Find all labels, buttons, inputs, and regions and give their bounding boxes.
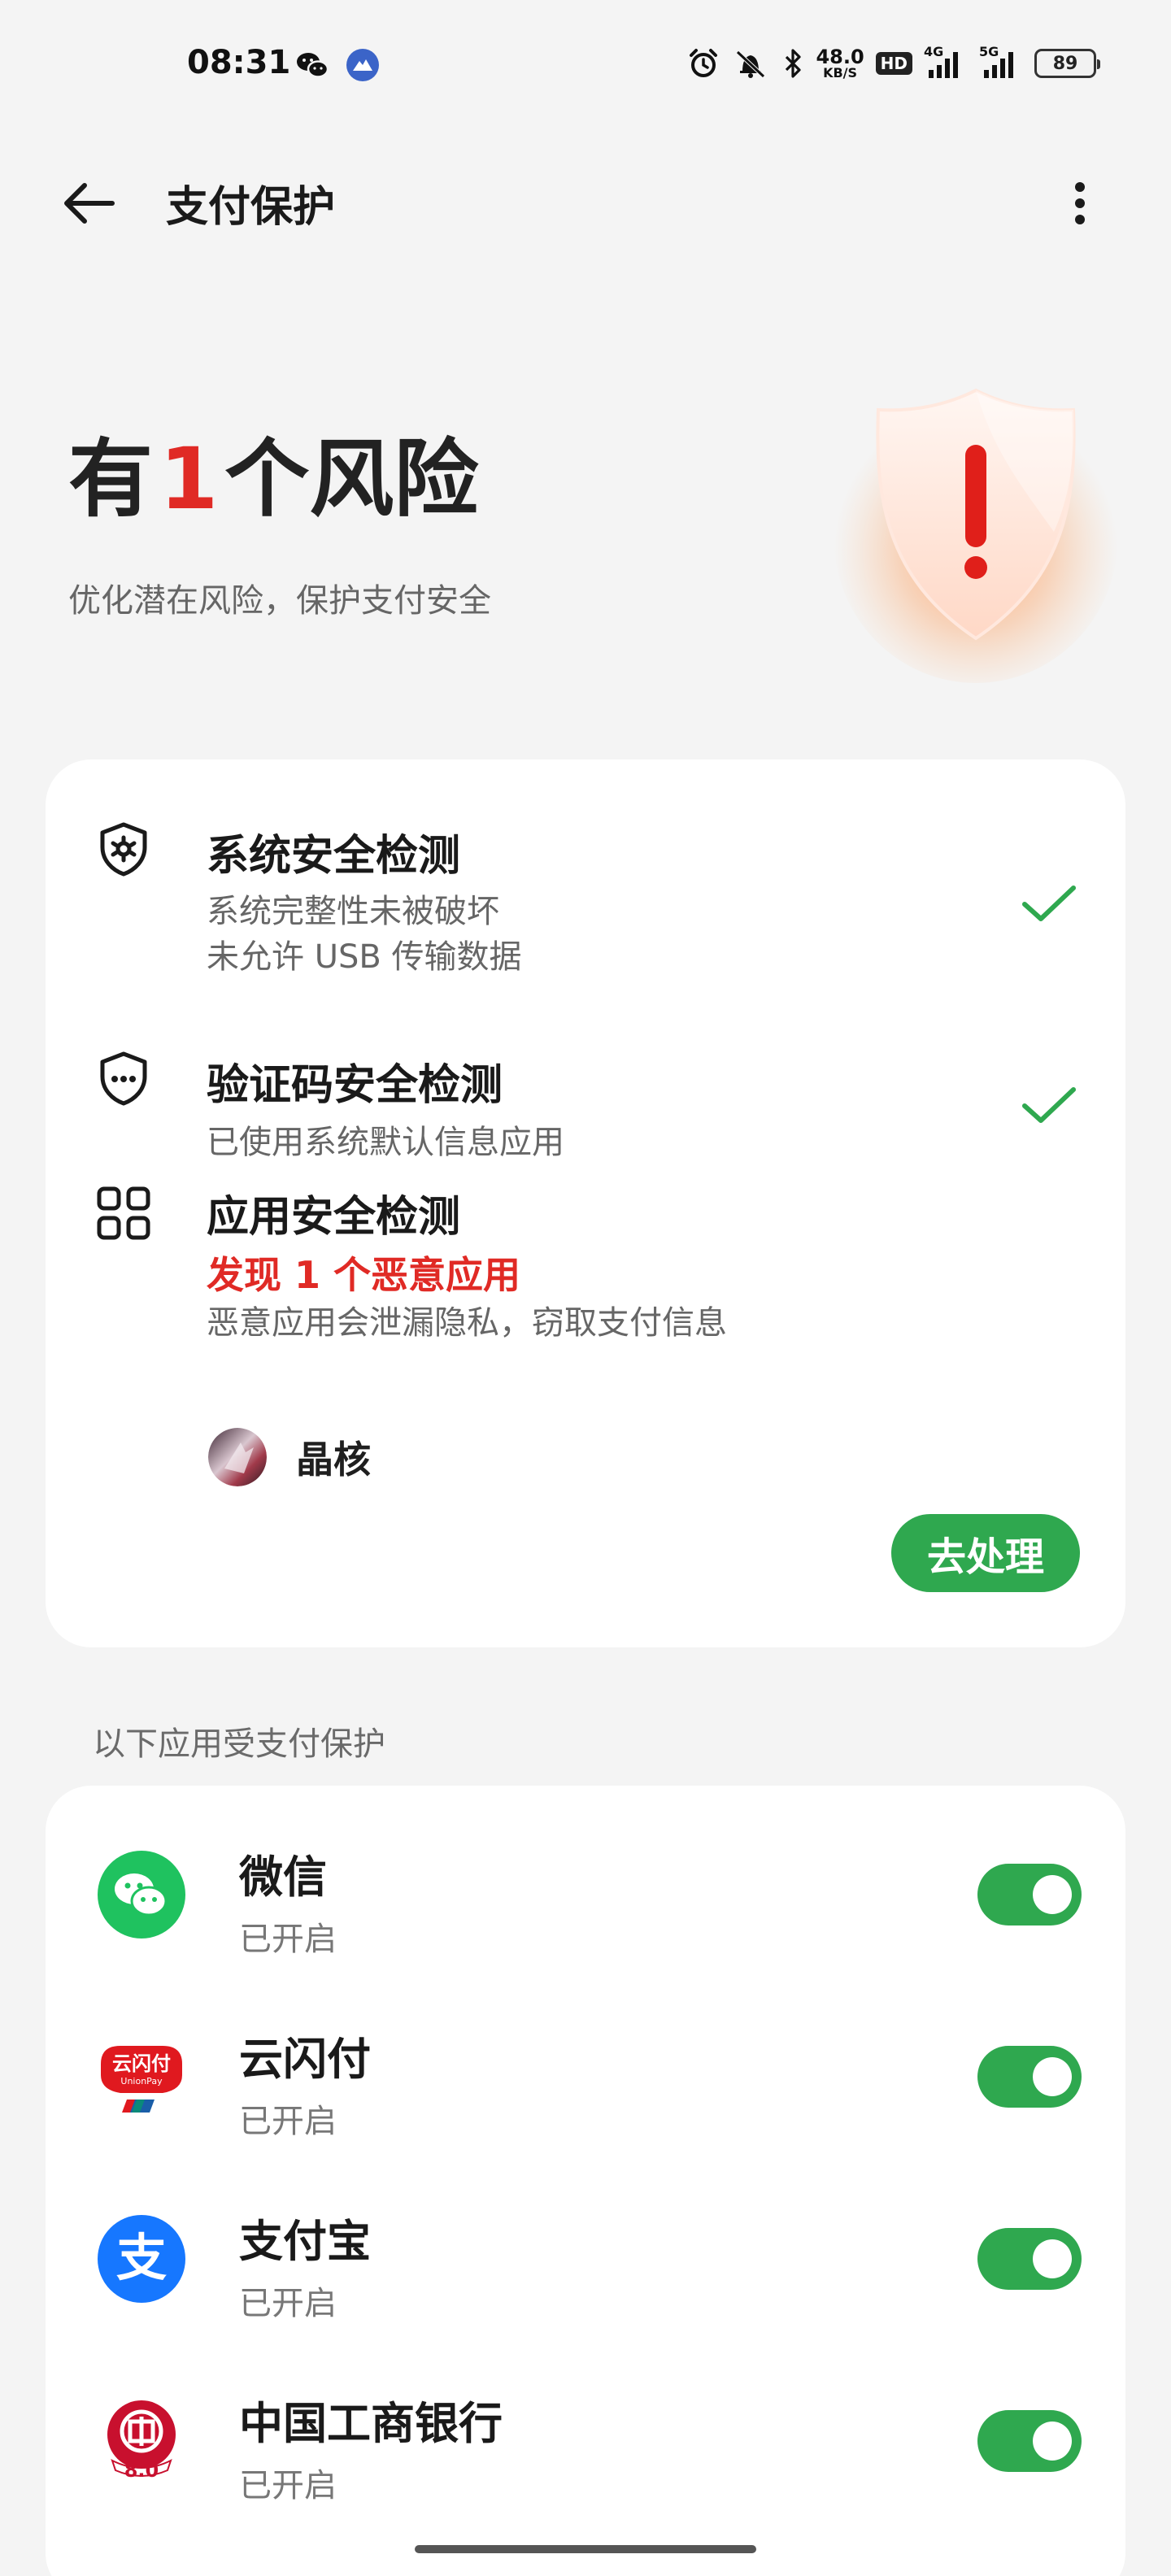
- unionpay-icon-text: 云闪付: [112, 2052, 171, 2075]
- malicious-app-name: 晶核: [296, 1438, 371, 1482]
- toggle-knob: [1033, 2422, 1072, 2461]
- app-status: 已开启: [239, 2103, 337, 2140]
- handle-risk-button[interactable]: 去处理: [891, 1514, 1080, 1592]
- sms-check-title: 验证码安全检测: [207, 1061, 503, 1110]
- message-shield-icon: [94, 1049, 153, 1107]
- battery-indicator: 89: [1034, 49, 1100, 78]
- signal-icon: 5G: [979, 46, 1023, 81]
- protected-apps-section-label: 以下应用受支付保护: [93, 1725, 385, 1763]
- app-status: 已开启: [239, 1921, 337, 1958]
- system-check-desc-2: 未允许 USB 传输数据: [207, 938, 522, 976]
- app-check-title: 应用安全检测: [207, 1193, 461, 1242]
- wechat-protection-toggle[interactable]: [977, 1864, 1082, 1925]
- wechat-icon: [294, 47, 330, 83]
- wechat-app-icon: [98, 1851, 185, 1939]
- app-name: 微信: [239, 1852, 327, 1903]
- network-speed-unit: KB/S: [823, 65, 858, 80]
- malicious-app-item: 晶核: [208, 1423, 371, 1491]
- app-name: 中国工商银行: [239, 2398, 503, 2449]
- alarm-icon: [687, 47, 720, 80]
- apps-grid-icon: [94, 1184, 153, 1242]
- hd-badge: HD: [875, 52, 912, 75]
- risk-summary-title: 有1个风险: [68, 429, 479, 529]
- app-name: 支付宝: [239, 2216, 371, 2267]
- system-check-title: 系统安全检测: [207, 832, 461, 881]
- icbc-icon-text: 8.0: [124, 2459, 159, 2482]
- network-speed: 48.0 KB/S: [816, 47, 864, 80]
- check-mark-icon: [1018, 880, 1080, 929]
- toggle-knob: [1033, 1875, 1072, 1914]
- unionpay-icon-subtext: UnionPay: [120, 2076, 163, 2086]
- home-indicator[interactable]: [415, 2545, 756, 2553]
- mute-icon: [731, 47, 770, 80]
- alipay-protection-toggle[interactable]: [977, 2228, 1082, 2290]
- check-mark-icon: [1018, 1081, 1080, 1130]
- more-options-button[interactable]: [1054, 171, 1106, 236]
- toggle-knob: [1033, 2057, 1072, 2096]
- protected-app-row: 微信 已开启: [46, 1786, 1125, 1968]
- risk-summary-subtitle: 优化潜在风险，保护支付安全: [68, 582, 491, 620]
- status-time: 08:31: [187, 44, 291, 81]
- page-title: 支付保护: [166, 183, 336, 232]
- arrow-left-icon: [64, 183, 115, 224]
- protected-app-row: 支 支付宝 已开启: [46, 2150, 1125, 2332]
- network-speed-value: 48.0: [816, 46, 864, 68]
- unionpay-app-icon: 云闪付 UnionPay: [98, 2033, 185, 2121]
- sms-security-check: 验证码安全检测 已使用系统默认信息应用: [46, 987, 1125, 1161]
- icbc-protection-toggle[interactable]: [977, 2410, 1082, 2472]
- icbc-app-icon: 8.0: [98, 2397, 185, 2485]
- risk-title-prefix: 有: [68, 429, 154, 529]
- back-button[interactable]: [57, 171, 122, 236]
- system-check-desc-1: 系统完整性未被破坏: [207, 893, 499, 930]
- warning-shield-icon: [829, 358, 1122, 683]
- protected-app-row: 8.0 中国工商银行 已开启: [46, 2332, 1125, 2514]
- risk-count: 1: [159, 429, 219, 529]
- alipay-app-icon: 支: [98, 2215, 185, 2303]
- status-bar: 08:31 48.0 KB/S HD 4G 5G 89: [0, 0, 1171, 130]
- more-vertical-icon: [1075, 182, 1085, 224]
- gear-shield-icon: [94, 820, 153, 878]
- app-avatar-icon: [208, 1428, 267, 1486]
- app-notification-icon: [345, 47, 381, 83]
- protected-app-row: 云闪付 UnionPay 云闪付 已开启: [46, 1968, 1125, 2150]
- status-icons: 48.0 KB/S HD 4G 5G 89: [687, 42, 1100, 85]
- bluetooth-icon: [781, 47, 804, 80]
- app-status: 已开启: [239, 2285, 337, 2322]
- risk-title-suffix: 个风险: [224, 429, 479, 529]
- system-security-check: 系统安全检测 系统完整性未被破坏 未允许 USB 传输数据: [46, 759, 1125, 987]
- malicious-app-warning: 发现 1 个恶意应用: [207, 1253, 521, 1297]
- unionpay-protection-toggle[interactable]: [977, 2046, 1082, 2108]
- app-name: 云闪付: [239, 2034, 371, 2085]
- toggle-knob: [1033, 2239, 1072, 2278]
- alipay-icon-text: 支: [115, 2228, 167, 2287]
- protected-apps-card: 微信 已开启 云闪付 UnionPay 云闪付 已开启 支 支付宝 已开启 8.…: [46, 1786, 1125, 2576]
- signal-icon: 4G: [924, 46, 968, 81]
- security-check-card: 系统安全检测 系统完整性未被破坏 未允许 USB 传输数据 验证码安全检测 已使…: [46, 759, 1125, 1647]
- app-status: 已开启: [239, 2467, 337, 2504]
- app-check-desc: 恶意应用会泄漏隐私，窃取支付信息: [207, 1304, 727, 1342]
